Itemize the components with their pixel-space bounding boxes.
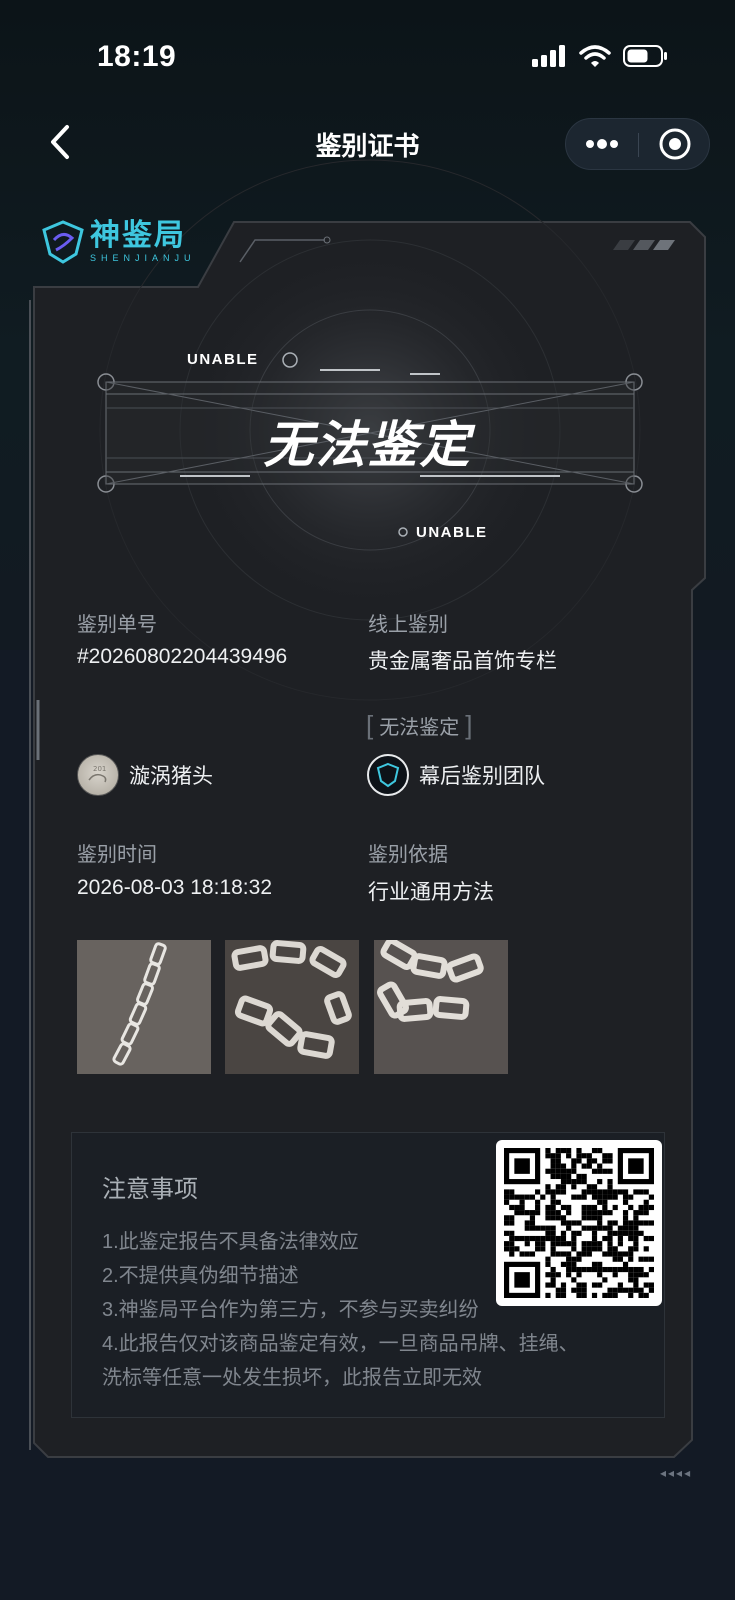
notice-item: 1.此鉴定报告不具备法律效应 xyxy=(102,1231,359,1253)
shield-logo-icon xyxy=(42,220,84,264)
qr-code[interactable] xyxy=(496,1140,662,1306)
chain-photo-2 xyxy=(225,940,359,1074)
notice-item: 3.神鉴局平台作为第三方，不参与买卖纠纷 xyxy=(102,1299,479,1321)
user-name: 漩涡猪头 xyxy=(129,765,213,788)
status-badge: [ 无法鉴定 ] xyxy=(366,710,472,741)
team-info[interactable]: 幕后鉴别团队 xyxy=(367,754,545,796)
user-avatar: 201 xyxy=(77,754,119,796)
notice-item: 洗标等任意一处发生损坏，此报告立即无效 xyxy=(102,1367,482,1389)
appraisal-time-value: 2026-08-03 18:18:32 xyxy=(77,876,272,899)
item-photo-2[interactable] xyxy=(225,940,359,1074)
logo-name: 神鉴局 xyxy=(90,219,186,252)
team-logo-icon xyxy=(376,762,400,788)
logo-pinyin: SHENJIANJU xyxy=(90,253,196,263)
team-name: 幕后鉴别团队 xyxy=(419,765,545,788)
unable-tag-top: UNABLE xyxy=(187,351,259,368)
bracket-right-icon: ] xyxy=(465,710,473,740)
appraisal-category-value: 贵金属奢品首饰专栏 xyxy=(368,650,557,673)
item-photo-1[interactable] xyxy=(77,940,211,1074)
result-title: 无法鉴定 xyxy=(263,417,472,473)
notice-item: 2.不提供真伪细节描述 xyxy=(102,1265,299,1287)
item-photo-3[interactable] xyxy=(374,940,508,1074)
qr-code-icon xyxy=(504,1148,654,1298)
brand-logo: 神鉴局 SHENJIANJU xyxy=(42,220,196,264)
bracket-left-icon: [ xyxy=(366,710,374,740)
order-number-label: 鉴别单号 xyxy=(77,614,157,636)
coin-avatar-icon: 201 xyxy=(88,765,107,783)
appraisal-basis-value: 行业通用方法 xyxy=(368,881,494,904)
user-info[interactable]: 201 漩涡猪头 xyxy=(77,754,213,796)
notice-item: 4.此报告仅对该商品鉴定有效，一旦商品吊牌、挂绳、 xyxy=(102,1333,579,1355)
chain-photo-1 xyxy=(77,940,211,1074)
unable-tag-bottom: UNABLE xyxy=(416,524,488,541)
decorative-arrows: ◂◂◂◂ xyxy=(660,1466,693,1480)
appraisal-type-label: 线上鉴别 xyxy=(368,614,448,636)
notice-title: 注意事项 xyxy=(102,1176,198,1203)
status-badge-label: 无法鉴定 xyxy=(379,717,460,739)
appraisal-time-label: 鉴别时间 xyxy=(77,844,157,866)
team-avatar xyxy=(367,754,409,796)
chain-photo-3 xyxy=(374,940,508,1074)
svg-text:201: 201 xyxy=(93,765,106,773)
appraisal-basis-label: 鉴别依据 xyxy=(368,844,448,866)
order-number-value: #20260802204439496 xyxy=(77,645,288,668)
